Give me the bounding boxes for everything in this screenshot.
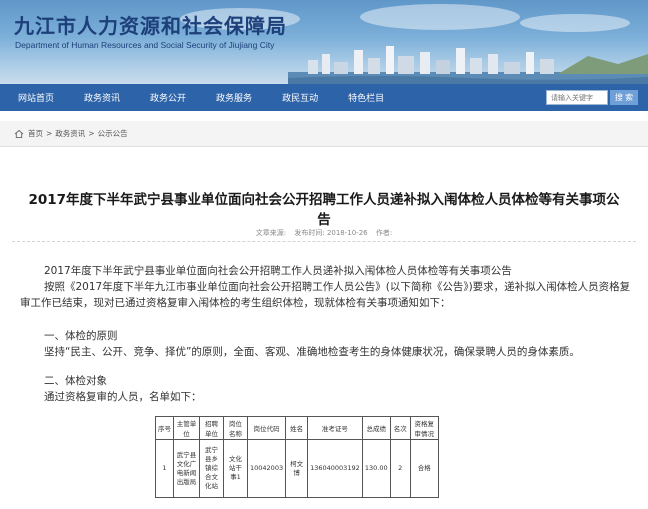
table-row: 1 武宁县文化广电新闻出版局 武宁县乡镇综合文化站 文化站干事1 1004200… bbox=[155, 439, 439, 498]
nav-item-public[interactable]: 政务公开 bbox=[150, 91, 186, 104]
table-header-cell: 总成绩 bbox=[361, 416, 391, 440]
nav-item-special[interactable]: 特色栏目 bbox=[348, 91, 384, 104]
city-skyline-image bbox=[288, 46, 648, 84]
table-cell: 武宁县乡镇综合文化站 bbox=[199, 439, 224, 498]
divider bbox=[12, 241, 636, 242]
table-cell: 136040003192 bbox=[307, 439, 363, 498]
breadcrumb: 首页 > 政务资讯 > 公示公告 bbox=[0, 121, 648, 147]
article-paragraph: 通过资格复审的人员，名单如下： bbox=[44, 391, 202, 403]
table-cell: 武宁县文化广电新闻出版局 bbox=[173, 439, 200, 498]
cloud-decoration bbox=[360, 4, 520, 30]
breadcrumb-news[interactable]: 政务资讯 bbox=[55, 128, 85, 139]
cloud-decoration bbox=[520, 14, 630, 32]
section-heading: 二、体检对象 bbox=[44, 375, 107, 387]
table-cell: 130.00 bbox=[361, 439, 391, 498]
table-header-cell: 招聘单位 bbox=[199, 416, 224, 440]
article-paragraph: 2017年度下半年武宁县事业单位面向社会公开招聘工作人员递补拟入闱体检人员体检等… bbox=[44, 265, 512, 277]
table-cell: 1 bbox=[155, 439, 174, 498]
breadcrumb-separator: > bbox=[46, 129, 53, 138]
article-meta: 文章来源: 发布时间: 2018-10-26 作者: bbox=[0, 228, 648, 238]
table-cell: 10042003 bbox=[246, 439, 287, 498]
meta-author: 作者: bbox=[375, 229, 393, 237]
site-title: 九江市人力资源和社会保障局 bbox=[14, 14, 287, 38]
nav-item-news[interactable]: 政务资讯 bbox=[84, 91, 120, 104]
table-cell: 文化站干事1 bbox=[223, 439, 248, 498]
meta-source: 文章来源: bbox=[255, 229, 287, 237]
article-title: 2017年度下半年武宁县事业单位面向社会公开招聘工作人员递补拟入闱体检人员体检等… bbox=[28, 192, 620, 228]
table-header-cell: 岗位代码 bbox=[246, 416, 287, 440]
section-heading: 一、体检的原则 bbox=[44, 330, 118, 342]
article-paragraph: 坚持“民主、公开、竞争、择优”的原则，全面、客观、准确地检查考生的身体健康状况，… bbox=[44, 346, 580, 358]
nav-item-home[interactable]: 网站首页 bbox=[18, 91, 54, 104]
breadcrumb-home[interactable]: 首页 bbox=[28, 128, 43, 139]
home-icon bbox=[14, 129, 24, 138]
table-header-cell: 岗位名称 bbox=[223, 416, 248, 440]
table-header-cell: 主管单位 bbox=[173, 416, 200, 440]
table-cell: 柯文博 bbox=[285, 439, 309, 498]
table-header-row: 序号 主管单位 招聘单位 岗位名称 岗位代码 姓名 准考证号 总成绩 名次 资格… bbox=[155, 416, 439, 440]
table-header-cell: 名次 bbox=[389, 416, 411, 440]
main-nav: 网站首页 政务资讯 政务公开 政务服务 政民互动 特色栏目 搜 索 bbox=[0, 84, 648, 111]
article-paragraph: 按照《2017年度下半年九江市事业单位面向社会公开招聘工作人员公告》(以下简称《… bbox=[20, 281, 631, 309]
search-button[interactable]: 搜 索 bbox=[610, 90, 638, 105]
table-cell: 合格 bbox=[409, 439, 439, 498]
table-header-cell: 姓名 bbox=[285, 416, 309, 440]
table-header-cell: 准考证号 bbox=[307, 416, 363, 440]
table-header-cell: 资格复审情况 bbox=[409, 416, 439, 440]
nav-item-service[interactable]: 政务服务 bbox=[216, 91, 252, 104]
breadcrumb-notice[interactable]: 公示公告 bbox=[98, 128, 128, 139]
search-input[interactable] bbox=[546, 90, 608, 105]
article-container: 2017年度下半年武宁县事业单位面向社会公开招聘工作人员递补拟入闱体检人员体检等… bbox=[0, 148, 648, 509]
meta-time: 发布时间: 2018-10-26 bbox=[294, 229, 368, 237]
nav-item-interaction[interactable]: 政民互动 bbox=[282, 91, 318, 104]
candidate-table: 序号 主管单位 招聘单位 岗位名称 岗位代码 姓名 准考证号 总成绩 名次 资格… bbox=[155, 416, 439, 498]
table-header-cell: 序号 bbox=[155, 416, 174, 440]
header-banner: 九江市人力资源和社会保障局 Department of Human Resour… bbox=[0, 0, 648, 84]
breadcrumb-separator: > bbox=[88, 129, 95, 138]
table-cell: 2 bbox=[389, 439, 411, 498]
site-subtitle: Department of Human Resources and Social… bbox=[15, 40, 275, 50]
